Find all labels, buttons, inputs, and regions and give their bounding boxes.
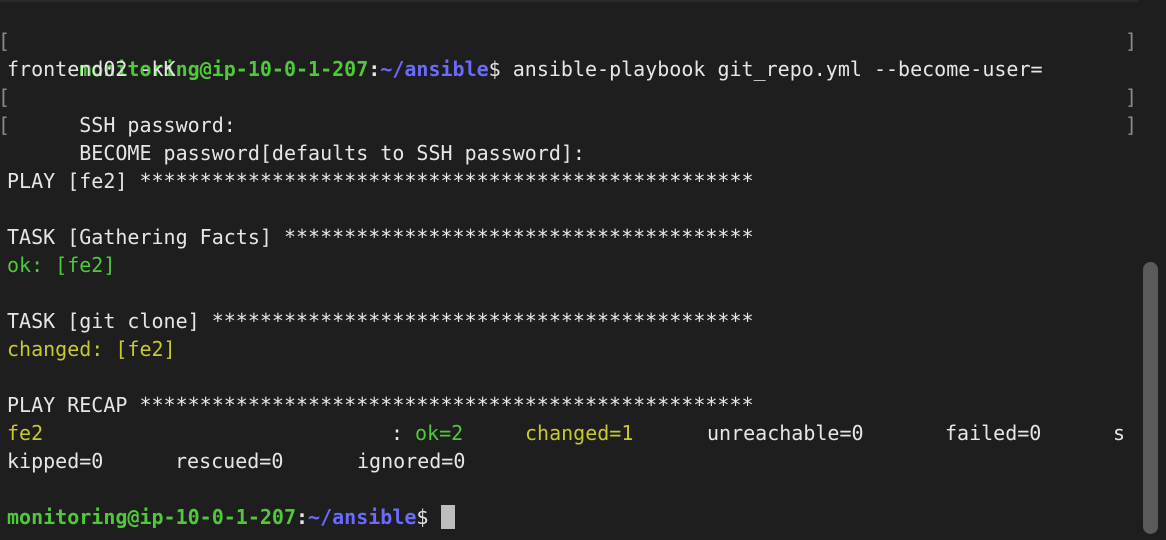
task-git-clone-result-line: changed: [fe2] <box>7 335 1127 363</box>
recap-ignored: ignored=0 <box>357 449 466 473</box>
play-header-line: PLAY [fe2] *****************************… <box>7 167 1127 195</box>
task-gathering-facts-header: TASK [Gathering Facts] *****************… <box>7 225 754 249</box>
recap-colon: : <box>391 421 404 445</box>
command-line-wrap: frontend02 -kK <box>7 55 1127 83</box>
ssh-password-line: [SSH password:] <box>0 83 1137 137</box>
scrollbar-thumb[interactable] <box>1143 262 1158 534</box>
command-line: [monitoring@ip-10-0-1-207:~/ansible$ ans… <box>0 27 1137 81</box>
line-marker-left: [ <box>0 111 10 139</box>
recap-skipped-wrap: s <box>1113 421 1126 445</box>
recap-rescued: rescued=0 <box>175 449 284 473</box>
command-text-wrap: frontend02 -kK <box>7 57 176 81</box>
recap-unreachable: unreachable=0 <box>707 421 864 445</box>
text-cursor <box>440 505 455 529</box>
line-marker-left: [ <box>0 27 10 55</box>
line-marker-right: ] <box>1125 113 1138 137</box>
recap-stats-line-wrap: kipped=0 rescued=0 ignored=0 <box>7 447 1127 475</box>
prompt-colon: : <box>295 505 309 529</box>
recap-changed: changed=1 <box>525 421 634 445</box>
task-gathering-facts-line: TASK [Gathering Facts] *****************… <box>7 223 1127 251</box>
task-gathering-facts-result-line: ok: [fe2] <box>7 251 1127 279</box>
line-marker-right: ] <box>1125 85 1138 109</box>
prompt-user-host: monitoring@ip-10-0-1-207 <box>7 505 296 529</box>
play-recap-header: PLAY RECAP *****************************… <box>7 393 754 417</box>
terminal-output: [monitoring@ip-10-0-1-207:~/ansible$ ans… <box>0 27 1137 531</box>
task-git-clone-header: TASK [git clone] ***********************… <box>7 309 754 333</box>
current-prompt-line[interactable]: monitoring@ip-10-0-1-207:~/ansible$ <box>7 503 1127 531</box>
play-header: PLAY [fe2] *****************************… <box>7 169 754 193</box>
line-marker-right: ] <box>1125 29 1138 53</box>
recap-host: fe2 <box>7 421 44 445</box>
play-recap-line: PLAY RECAP *****************************… <box>7 391 1127 419</box>
recap-skipped: kipped=0 <box>7 449 104 473</box>
recap-failed: failed=0 <box>945 421 1042 445</box>
recap-ok: ok=2 <box>415 421 464 445</box>
prompt-path: ~/ansible <box>308 505 417 529</box>
window-top-edge <box>0 0 1166 2</box>
task-git-clone-line: TASK [git clone] ***********************… <box>7 307 1127 335</box>
line-marker-left: [ <box>0 83 10 111</box>
terminal-window[interactable]: [monitoring@ip-10-0-1-207:~/ansible$ ans… <box>0 0 1166 540</box>
recap-stats-line: fe2 : ok=2 changed=1 unreachable=0 faile… <box>7 419 1127 447</box>
task-git-clone-result: changed: [fe2] <box>7 337 176 361</box>
become-password-line: [BECOME password[defaults to SSH passwor… <box>0 111 1137 165</box>
prompt-dollar: $ <box>416 505 429 529</box>
task-gathering-facts-result: ok: [fe2] <box>7 253 116 277</box>
